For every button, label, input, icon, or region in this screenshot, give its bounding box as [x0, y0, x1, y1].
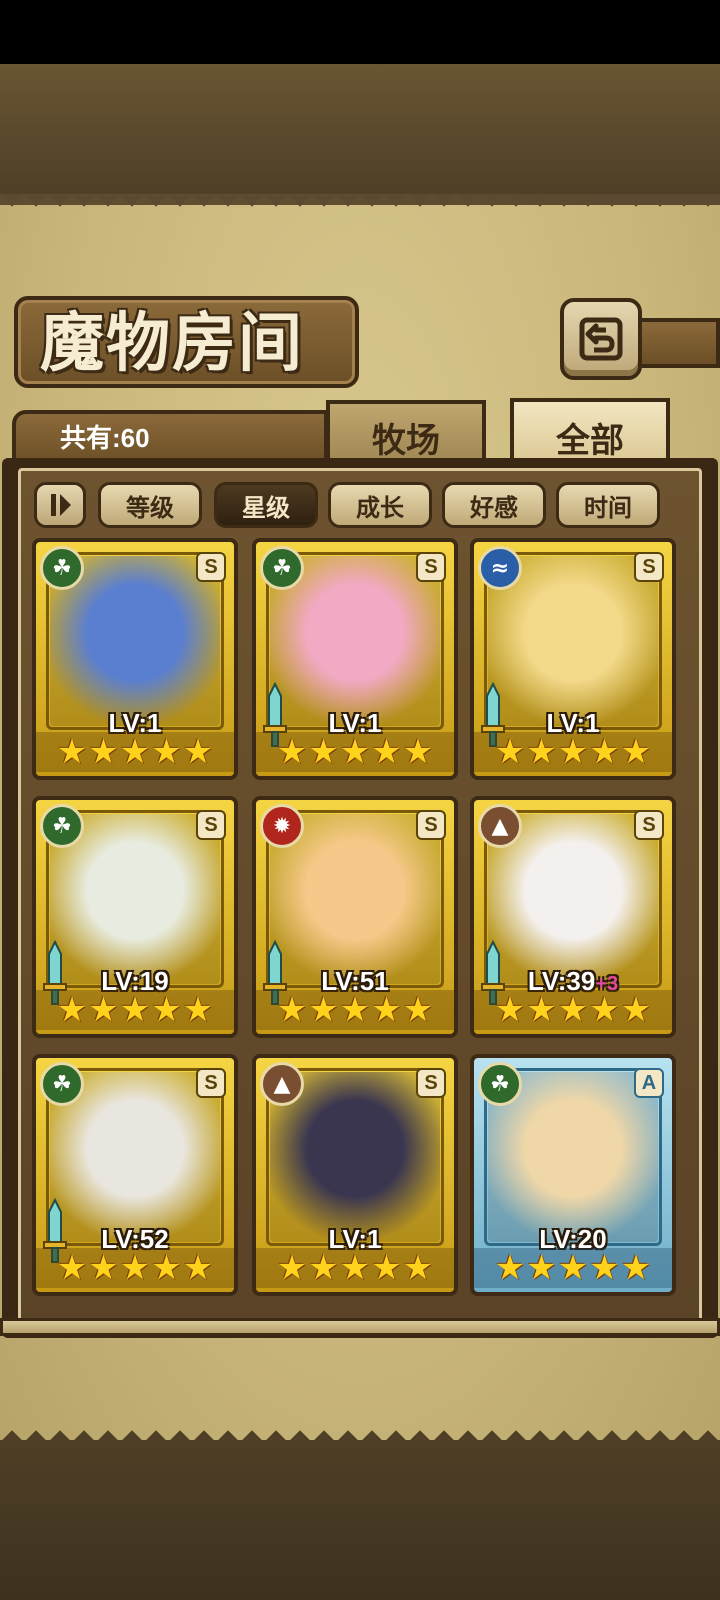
sort-star-button[interactable]: 星级 [214, 482, 318, 528]
star-rating: ★ ★ ★ ★ ★ [36, 1248, 234, 1288]
map-bottom-band [0, 1440, 720, 1600]
rank-badge: S [634, 552, 664, 582]
sort-growth-button[interactable]: 成长 [328, 482, 432, 528]
star-icon: ★ [339, 990, 371, 1030]
star-icon: ★ [182, 732, 214, 772]
star-icon: ★ [151, 1248, 182, 1288]
star-icon: ★ [494, 1248, 526, 1288]
star-icon: ★ [339, 732, 371, 772]
star-icon: ★ [526, 990, 557, 1030]
star-icon: ★ [339, 1248, 371, 1288]
monster-card[interactable]: ☘ S LV:1 ★ ★ ★ ★ ★ [252, 538, 458, 780]
monster-card[interactable]: ▲ S LV:39+3 ★ ★ ★ ★ ★ [470, 796, 676, 1038]
star-icon: ★ [402, 732, 434, 772]
star-icon: ★ [151, 990, 182, 1030]
star-rating: ★ ★ ★ ★ ★ [256, 1248, 454, 1288]
sort-time-button[interactable]: 时间 [556, 482, 660, 528]
star-icon: ★ [589, 732, 620, 772]
rank-badge: S [416, 552, 446, 582]
map-top-band [0, 64, 720, 194]
leaf-icon: ☘ [260, 546, 304, 590]
star-icon: ★ [371, 732, 402, 772]
star-icon: ★ [276, 990, 308, 1030]
star-icon: ★ [88, 732, 119, 772]
back-arrow-icon [579, 317, 623, 361]
star-icon: ★ [494, 732, 526, 772]
star-icon: ★ [119, 990, 151, 1030]
earth-icon: ▲ [478, 804, 522, 848]
rank-badge: S [634, 810, 664, 840]
monster-card[interactable]: ☘ A LV:20 ★ ★ ★ ★ ★ [470, 1054, 676, 1296]
star-icon: ★ [56, 990, 88, 1030]
rank-badge: A [634, 1068, 664, 1098]
status-bar [0, 0, 720, 64]
star-rating: ★ ★ ★ ★ ★ [36, 732, 234, 772]
sort-order-toggle[interactable] [34, 482, 86, 528]
star-icon: ★ [402, 1248, 434, 1288]
page-title: 魔物房间 [40, 306, 304, 381]
star-rating: ★ ★ ★ ★ ★ [474, 732, 672, 772]
star-icon: ★ [88, 990, 119, 1030]
star-rating: ★ ★ ★ ★ ★ [256, 732, 454, 772]
back-button-rail [636, 318, 720, 368]
parchment-torn-bottom [0, 1418, 720, 1442]
star-icon: ★ [308, 732, 339, 772]
leaf-icon: ☘ [40, 1062, 84, 1106]
panel-bottom-rail [0, 1318, 720, 1336]
star-rating: ★ ★ ★ ★ ★ [36, 990, 234, 1030]
water-icon: ≈ [478, 546, 522, 590]
star-icon: ★ [589, 1248, 620, 1288]
star-icon: ★ [589, 990, 620, 1030]
sort-affection-button[interactable]: 好感 [442, 482, 546, 528]
star-rating: ★ ★ ★ ★ ★ [474, 990, 672, 1030]
star-icon: ★ [402, 990, 434, 1030]
star-icon: ★ [494, 990, 526, 1030]
star-icon: ★ [182, 1248, 214, 1288]
star-rating: ★ ★ ★ ★ ★ [256, 990, 454, 1030]
monster-card[interactable]: ✹ S LV:51 ★ ★ ★ ★ ★ [252, 796, 458, 1038]
monster-card[interactable]: ☘ S LV:1 ★ ★ ★ ★ ★ [32, 538, 238, 780]
star-icon: ★ [308, 990, 339, 1030]
star-icon: ★ [526, 732, 557, 772]
star-icon: ★ [620, 990, 652, 1030]
star-icon: ★ [371, 990, 402, 1030]
rank-badge: S [416, 810, 446, 840]
parchment-torn-top [0, 195, 720, 219]
leaf-icon: ☘ [40, 546, 84, 590]
star-icon: ★ [56, 732, 88, 772]
rank-badge: S [196, 810, 226, 840]
star-icon: ★ [119, 1248, 151, 1288]
star-icon: ★ [276, 1248, 308, 1288]
leaf-icon: ☘ [478, 1062, 522, 1106]
rank-badge: S [416, 1068, 446, 1098]
star-icon: ★ [88, 1248, 119, 1288]
rank-badge: S [196, 1068, 226, 1098]
monster-card[interactable]: ☘ S LV:52 ★ ★ ★ ★ ★ [32, 1054, 238, 1296]
sort-order-icon [51, 494, 71, 516]
monster-card[interactable]: ▲ S LV:1 ★ ★ ★ ★ ★ [252, 1054, 458, 1296]
star-icon: ★ [526, 1248, 557, 1288]
back-button[interactable] [560, 298, 642, 380]
star-icon: ★ [371, 1248, 402, 1288]
star-icon: ★ [557, 990, 589, 1030]
star-icon: ★ [119, 732, 151, 772]
star-icon: ★ [56, 1248, 88, 1288]
sort-level-button[interactable]: 等级 [98, 482, 202, 528]
star-icon: ★ [557, 1248, 589, 1288]
star-icon: ★ [557, 732, 589, 772]
monster-count: 共有:60 [60, 423, 150, 453]
monster-card[interactable]: ☘ S LV:19 ★ ★ ★ ★ ★ [32, 796, 238, 1038]
star-icon: ★ [620, 1248, 652, 1288]
monster-card[interactable]: ≈ S LV:1 ★ ★ ★ ★ ★ [470, 538, 676, 780]
star-icon: ★ [276, 732, 308, 772]
star-icon: ★ [151, 732, 182, 772]
star-icon: ★ [182, 990, 214, 1030]
star-rating: ★ ★ ★ ★ ★ [474, 1248, 672, 1288]
star-icon: ★ [308, 1248, 339, 1288]
fire-icon: ✹ [260, 804, 304, 848]
earth-icon: ▲ [260, 1062, 304, 1106]
leaf-icon: ☘ [40, 804, 84, 848]
star-icon: ★ [620, 732, 652, 772]
rank-badge: S [196, 552, 226, 582]
